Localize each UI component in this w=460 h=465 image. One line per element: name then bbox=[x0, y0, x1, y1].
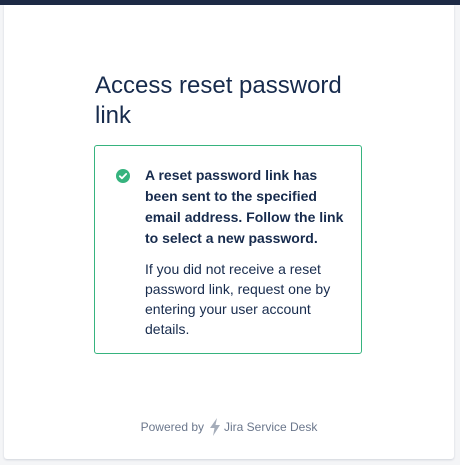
check-circle-icon bbox=[116, 169, 130, 183]
powered-by-footer: Powered by Jira Service Desk bbox=[4, 417, 454, 437]
jira-bolt-icon bbox=[210, 418, 220, 436]
message-bold-text: A reset password link has been sent to t… bbox=[145, 167, 344, 246]
page-title: Access reset password link bbox=[95, 72, 342, 129]
success-message-panel: A reset password link has been sent to t… bbox=[94, 145, 362, 354]
reset-card: Access reset password link A reset passw… bbox=[4, 5, 454, 459]
message-text: A reset password link has been sent to t… bbox=[145, 165, 345, 339]
powered-by-label: Powered by bbox=[140, 420, 204, 434]
product-name: Jira Service Desk bbox=[224, 420, 318, 434]
message-help-text: If you did not receive a reset password … bbox=[145, 261, 331, 337]
